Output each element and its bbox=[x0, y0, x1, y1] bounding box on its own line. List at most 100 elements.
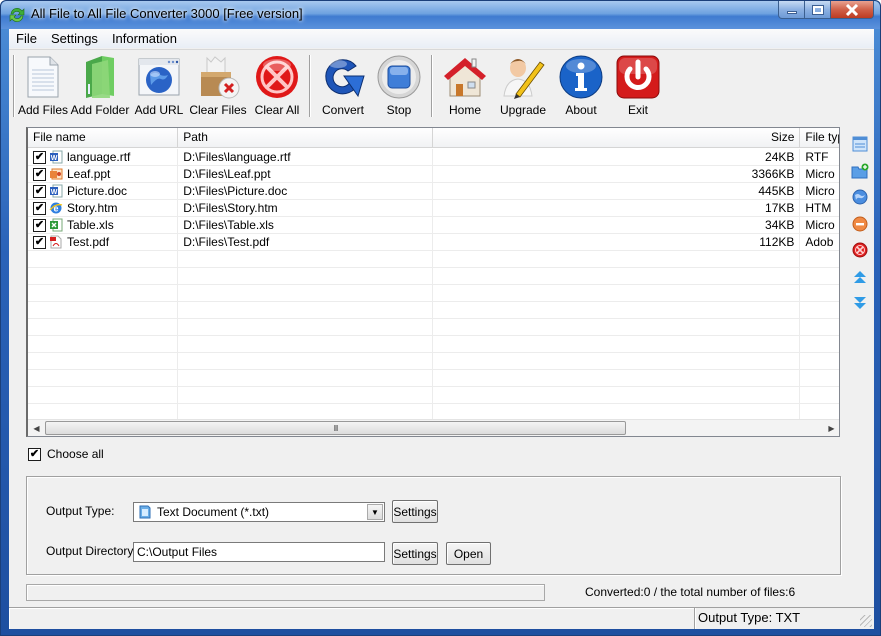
powerpoint-icon bbox=[49, 167, 63, 181]
open-directory-button[interactable]: Open bbox=[446, 542, 491, 565]
home-button[interactable]: Home bbox=[437, 50, 493, 118]
output-directory-input[interactable]: C:\Output Files bbox=[133, 542, 385, 562]
close-button[interactable] bbox=[831, 1, 874, 19]
empty-table-row bbox=[28, 370, 839, 387]
file-name-text: Story.htm bbox=[67, 201, 118, 215]
file-name-text: Table.xls bbox=[67, 218, 114, 232]
checkbox-checked-icon[interactable]: ✔ bbox=[28, 447, 41, 461]
column-header-file-name[interactable]: File name bbox=[28, 128, 179, 148]
file-list-table[interactable]: File name Path Size File type ✔ Wlanguage… bbox=[26, 127, 840, 437]
convert-arrow-icon bbox=[325, 59, 365, 98]
table-row[interactable]: ✔ e Story.htm D:\Files\Story.htm 17KB HTM bbox=[28, 200, 839, 217]
row-checkbox[interactable]: ✔ bbox=[33, 150, 46, 164]
upgrade-label: Upgrade bbox=[499, 103, 547, 117]
exit-button[interactable]: Exit bbox=[609, 50, 667, 118]
cell-path: D:\Files\Story.htm bbox=[178, 200, 434, 216]
about-label: About bbox=[565, 103, 597, 117]
about-button[interactable]: About bbox=[553, 50, 609, 118]
add-url-button[interactable]: Add URL bbox=[131, 50, 187, 118]
column-header-size[interactable]: Size bbox=[433, 128, 801, 148]
stop-label: Stop bbox=[386, 103, 412, 117]
row-checkbox[interactable]: ✔ bbox=[33, 167, 46, 181]
green-folder-icon bbox=[86, 56, 114, 98]
scrollbar-thumb[interactable]: III bbox=[45, 421, 626, 435]
empty-cell bbox=[178, 268, 434, 284]
clear-all-button[interactable]: Clear All bbox=[249, 50, 305, 118]
row-checkbox[interactable]: ✔ bbox=[33, 184, 46, 198]
scroll-right-arrow-icon[interactable]: ▶ bbox=[823, 420, 839, 436]
table-row[interactable]: ✔ Wlanguage.rtf D:\Files\language.rtf 24KB R… bbox=[28, 149, 839, 166]
menu-settings[interactable]: Settings bbox=[44, 29, 105, 48]
column-header-file-type[interactable]: File type bbox=[800, 128, 839, 148]
clear-icon[interactable] bbox=[851, 241, 869, 259]
add-folder-icon[interactable] bbox=[851, 162, 869, 180]
add-folder-label: Add Folder bbox=[70, 103, 130, 117]
output-type-label: Output Type: bbox=[46, 504, 115, 518]
menu-information[interactable]: Information bbox=[105, 29, 184, 48]
move-down-icon[interactable] bbox=[851, 294, 869, 312]
empty-cell bbox=[28, 302, 179, 318]
scroll-left-arrow-icon[interactable]: ◀ bbox=[28, 420, 45, 436]
output-type-select[interactable]: Text Document (*.txt) ▼ bbox=[133, 502, 385, 522]
table-row[interactable]: ✔ Table.xls D:\Files\Table.xls 34KB Micro bbox=[28, 217, 839, 234]
empty-cell bbox=[800, 319, 839, 335]
app-window: All File to All File Converter 3000 [Fre… bbox=[0, 0, 881, 636]
table-row[interactable]: ✔ W Picture.doc D:\Files\Picture.doc 445KB Mi… bbox=[28, 183, 839, 200]
row-checkbox[interactable]: ✔ bbox=[33, 235, 46, 249]
output-directory-settings-button[interactable]: Settings bbox=[392, 542, 438, 565]
empty-cell bbox=[28, 268, 179, 284]
convert-button[interactable]: Convert bbox=[315, 50, 371, 118]
horizontal-scrollbar[interactable]: ◀ III ▶ bbox=[28, 419, 839, 436]
globe-icon[interactable] bbox=[851, 188, 869, 206]
empty-cell bbox=[28, 251, 179, 267]
cell-file-type: Micro bbox=[800, 166, 839, 182]
dropdown-arrow-icon[interactable]: ▼ bbox=[367, 504, 383, 520]
web-globe-icon bbox=[138, 58, 180, 96]
cell-file-type: Adob bbox=[800, 234, 839, 250]
stop-button[interactable]: Stop bbox=[371, 50, 427, 118]
menu-bar: File Settings Information bbox=[9, 29, 874, 48]
upgrade-button[interactable]: Upgrade bbox=[493, 50, 553, 118]
empty-cell bbox=[433, 302, 801, 318]
cell-file-type: Micro bbox=[800, 183, 839, 199]
maximize-icon bbox=[811, 4, 824, 15]
excel-icon bbox=[49, 218, 63, 232]
row-checkbox[interactable]: ✔ bbox=[33, 218, 46, 232]
cell-file-type: HTM bbox=[800, 200, 839, 216]
clear-all-label: Clear All bbox=[254, 103, 300, 117]
row-checkbox[interactable]: ✔ bbox=[33, 201, 46, 215]
toolbar-grip[interactable] bbox=[13, 55, 15, 117]
close-icon bbox=[845, 3, 859, 16]
cell-size: 34KB bbox=[433, 217, 801, 233]
table-row[interactable]: ✔ Test.pdf D:\Files\Test.pdf 112KB Adob bbox=[28, 234, 839, 251]
empty-cell bbox=[800, 251, 839, 267]
menu-file[interactable]: File bbox=[9, 29, 44, 48]
output-type-value: Text Document (*.txt) bbox=[157, 505, 270, 519]
cell-file-name: ✔ Test.pdf bbox=[28, 234, 179, 250]
clear-files-button[interactable]: Clear Files bbox=[187, 50, 249, 118]
cell-file-type: RTF bbox=[800, 149, 839, 165]
toolbar: Add Files Add Folder Add URL Clear Files… bbox=[9, 49, 874, 120]
minimize-button[interactable] bbox=[778, 1, 805, 19]
list-icon[interactable] bbox=[851, 135, 869, 153]
column-header-path[interactable]: Path bbox=[178, 128, 434, 148]
empty-cell bbox=[178, 285, 434, 301]
title-bar[interactable]: All File to All File Converter 3000 [Fre… bbox=[1, 1, 880, 29]
app-refresh-icon bbox=[9, 8, 25, 22]
remove-icon[interactable] bbox=[851, 215, 869, 233]
empty-table-row bbox=[28, 268, 839, 285]
move-up-icon[interactable] bbox=[851, 268, 869, 286]
choose-all-checkbox[interactable]: ✔ Choose all bbox=[28, 447, 104, 461]
output-type-settings-button[interactable]: Settings bbox=[392, 500, 438, 523]
status-panel-left bbox=[9, 608, 695, 629]
file-name-text: language.rtf bbox=[67, 150, 131, 164]
add-files-button[interactable]: Add Files bbox=[17, 50, 69, 118]
table-row[interactable]: ✔ Leaf.ppt D:\Files\Leaf.ppt 3366KB Micro bbox=[28, 166, 839, 183]
add-folder-button[interactable]: Add Folder bbox=[69, 50, 131, 118]
resize-grip-icon[interactable] bbox=[860, 615, 872, 627]
empty-table-row bbox=[28, 319, 839, 336]
cell-size: 112KB bbox=[433, 234, 801, 250]
maximize-button[interactable] bbox=[805, 1, 831, 19]
status-bar: Output Type: TXT bbox=[9, 607, 874, 629]
clear-files-label: Clear Files bbox=[189, 103, 247, 117]
